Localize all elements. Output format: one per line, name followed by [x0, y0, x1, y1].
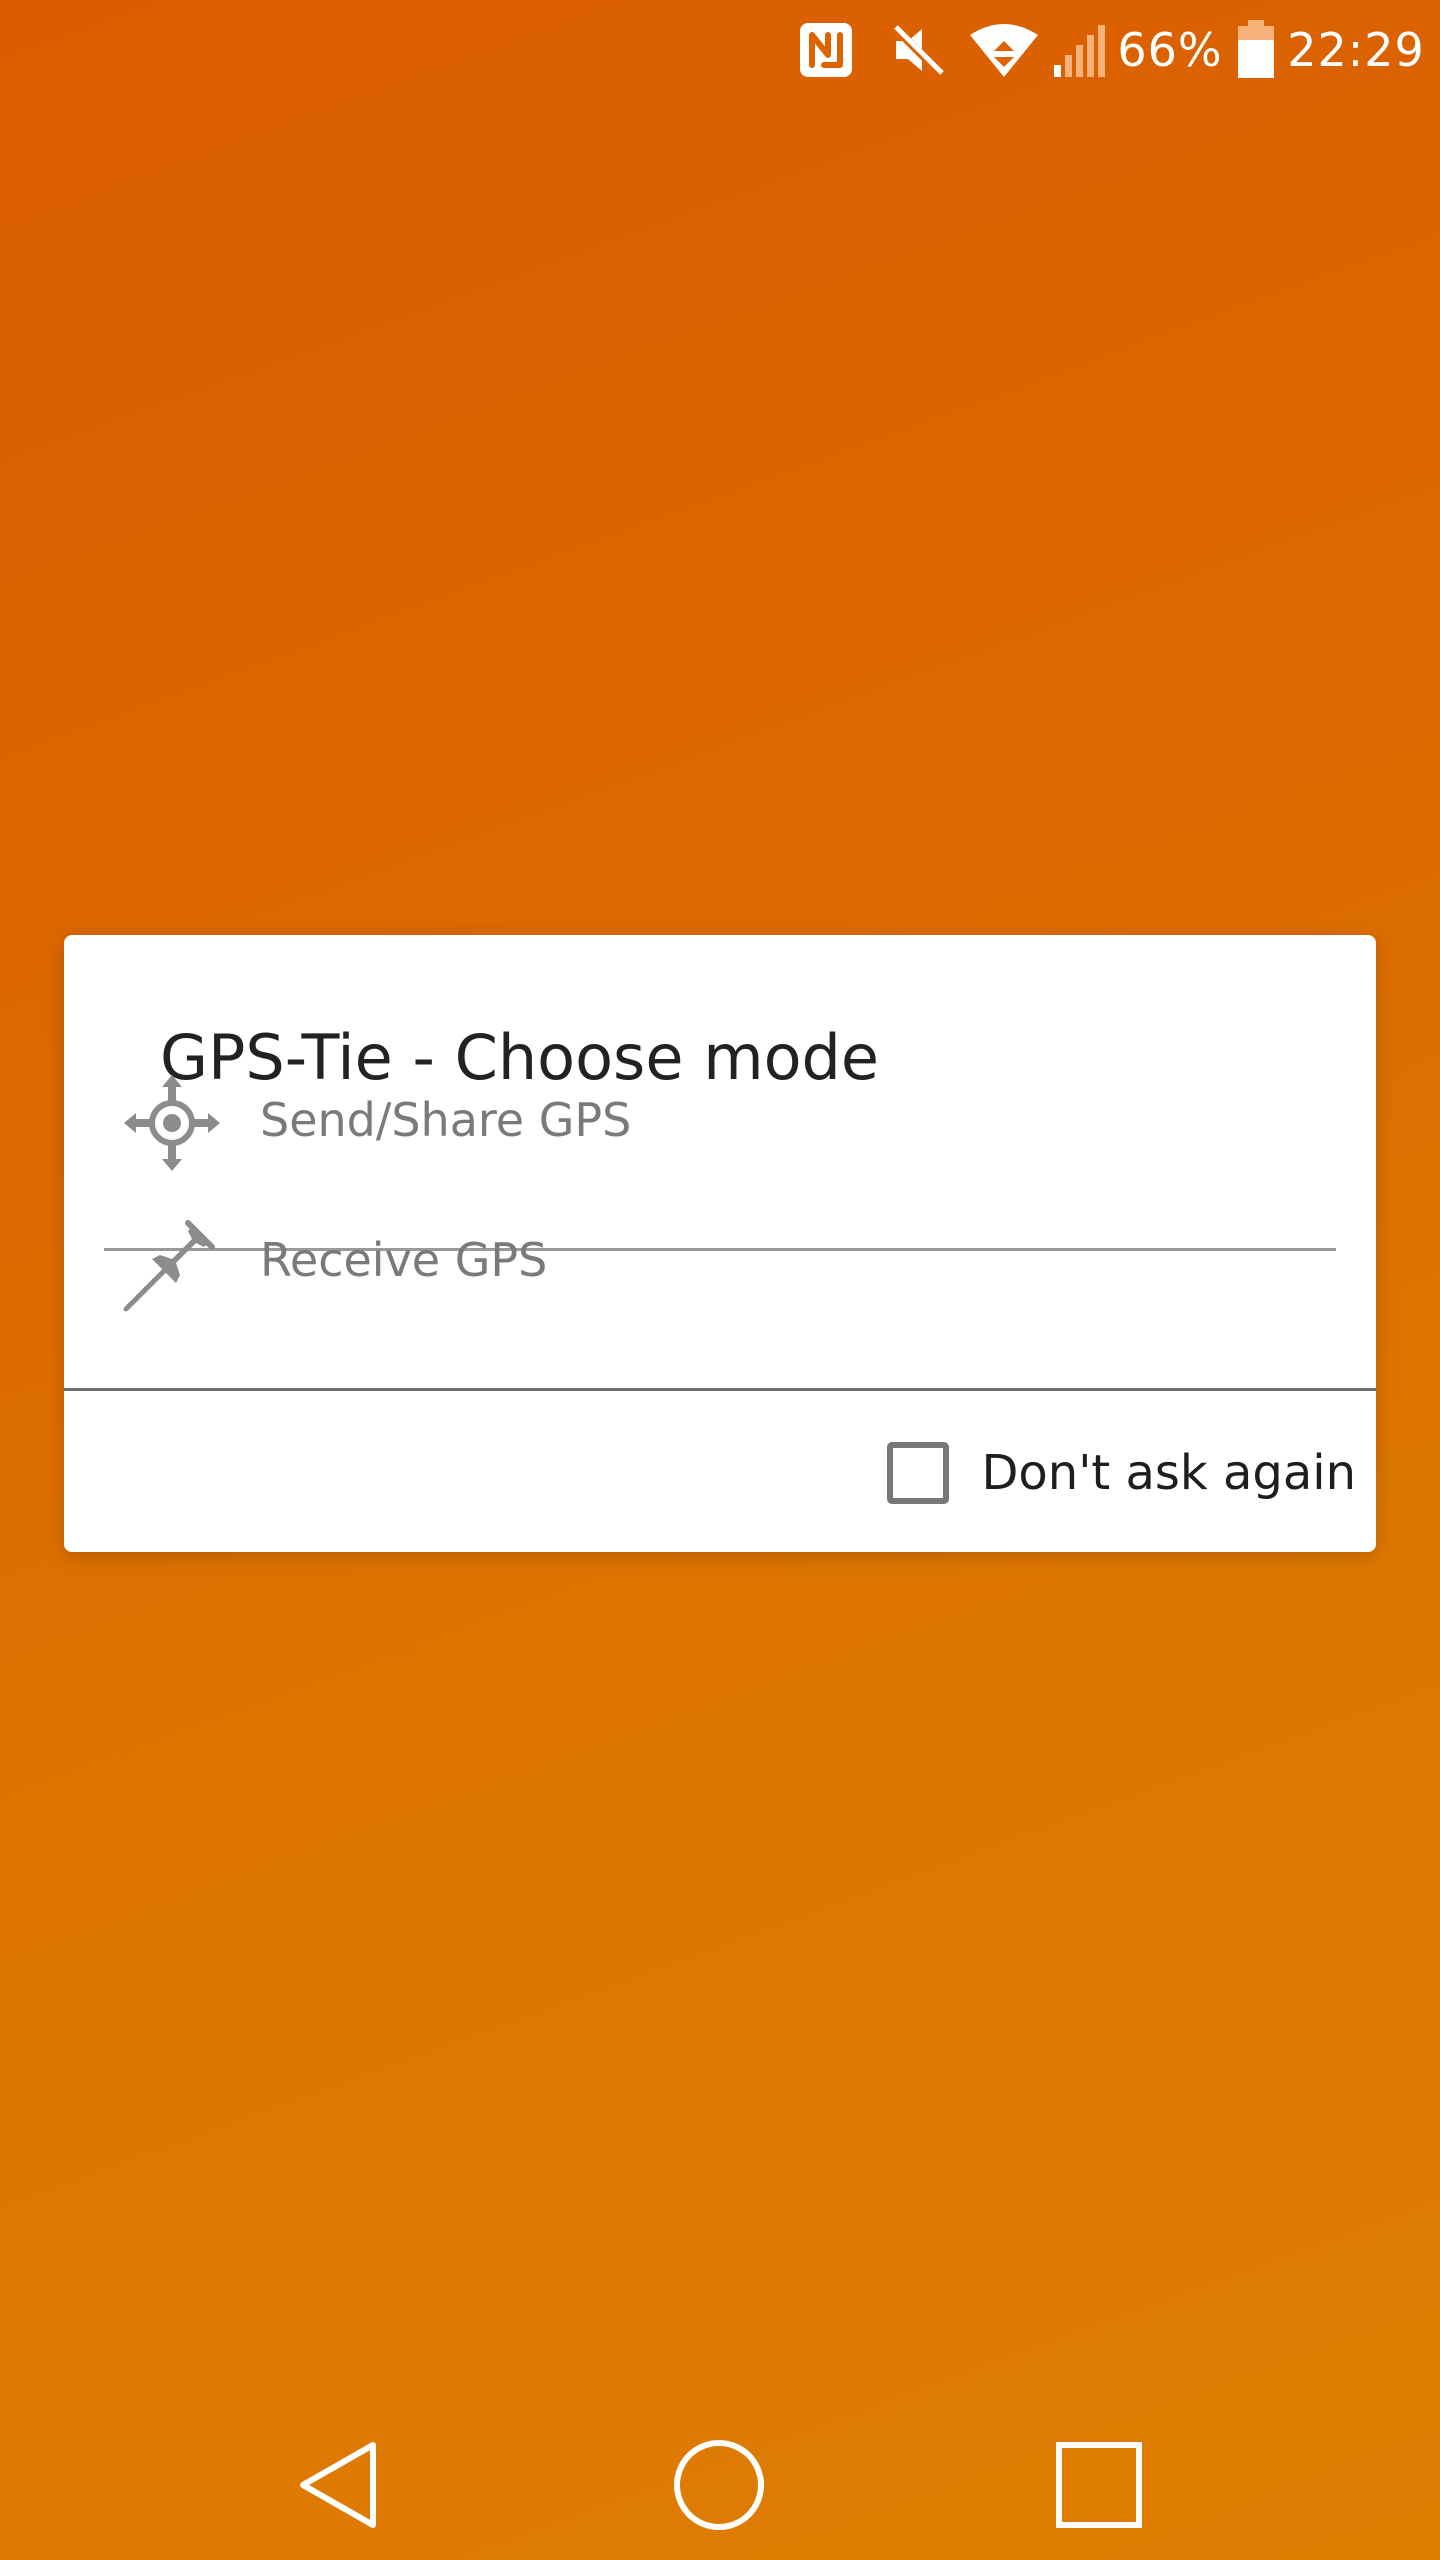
- send-share-gps-label: Send/Share GPS: [260, 1093, 632, 1147]
- dialog-divider: [64, 1388, 1376, 1391]
- receive-gps-option[interactable]: Receive GPS: [64, 1193, 1376, 1323]
- back-button[interactable]: [286, 2430, 396, 2540]
- dont-ask-again-row[interactable]: Don't ask again: [887, 1433, 1356, 1513]
- nfc-icon: [796, 18, 856, 82]
- back-icon: [300, 2442, 376, 2528]
- dont-ask-again-label[interactable]: Don't ask again: [981, 1445, 1356, 1501]
- clock: 22:29: [1287, 23, 1425, 77]
- navigation-bar: [0, 2400, 1440, 2560]
- wifi-icon: [966, 18, 1042, 82]
- pushpin-icon: [122, 1213, 222, 1313]
- home-icon: [674, 2440, 764, 2530]
- status-bar: 66% 22:29: [0, 0, 1440, 100]
- mute-icon: [886, 18, 950, 82]
- choose-mode-dialog: GPS-Tie - Choose mode Send/Share GPS Rec…: [64, 935, 1376, 1552]
- home-button[interactable]: [664, 2430, 774, 2540]
- gps-crosshair-icon: [122, 1073, 222, 1173]
- recents-icon: [1056, 2442, 1142, 2528]
- send-share-gps-option[interactable]: Send/Share GPS: [64, 1053, 1376, 1183]
- recents-button[interactable]: [1044, 2430, 1154, 2540]
- signal-icon: [1050, 18, 1110, 82]
- dont-ask-again-checkbox[interactable]: [887, 1442, 950, 1504]
- battery-icon: [1234, 18, 1278, 82]
- battery-percent: 66%: [1117, 23, 1223, 77]
- receive-gps-label: Receive GPS: [260, 1233, 548, 1287]
